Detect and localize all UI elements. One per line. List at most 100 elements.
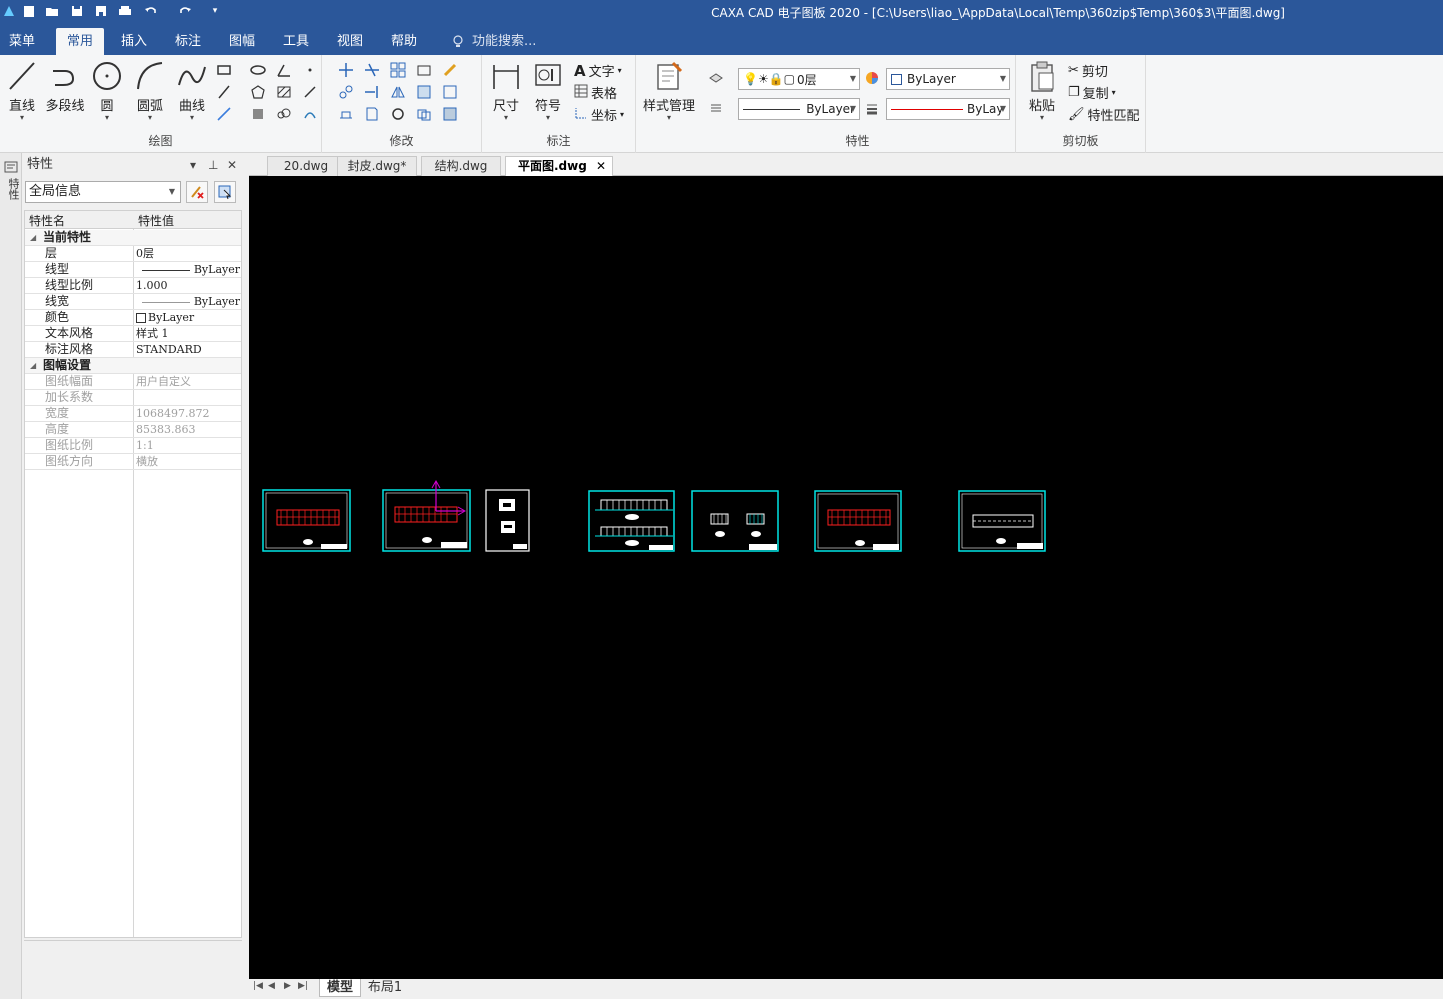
chamfer-icon[interactable] [440, 83, 460, 101]
sheet-frame[interactable] [814, 490, 902, 552]
doc-tab-20[interactable]: 20.dwg [267, 156, 345, 176]
property-row[interactable]: 线型比例 1.000 [25, 278, 241, 294]
collapse-triangle-icon[interactable]: ◢ [30, 230, 36, 245]
property-row[interactable]: 线型 ByLayer [25, 262, 241, 278]
first-layout-icon[interactable]: |◀ [253, 981, 263, 991]
tab-sheet[interactable]: 图幅 [218, 28, 266, 55]
text-button[interactable]: A 文字 ▾ [574, 61, 622, 81]
match-properties-button[interactable]: 🖌 特性匹配 [1068, 105, 1140, 124]
mirror-icon[interactable] [388, 83, 408, 101]
sheet-frame[interactable] [382, 489, 471, 552]
angle-line-icon[interactable] [274, 61, 294, 79]
tab-annotate[interactable]: 标注 [164, 28, 212, 55]
app-logo-icon[interactable] [0, 2, 18, 20]
trim-icon[interactable] [362, 61, 382, 79]
arc-button[interactable]: 圆弧 ▾ [132, 59, 168, 122]
extend-icon[interactable] [362, 83, 382, 101]
scope-select[interactable]: 全局信息 ▼ [25, 181, 181, 203]
sheet-frame[interactable] [588, 490, 675, 552]
quick-select-button[interactable] [186, 181, 208, 203]
offset-icon[interactable] [336, 83, 356, 101]
pin-icon[interactable]: ⊥ [208, 153, 218, 177]
open-file-icon[interactable] [43, 2, 61, 20]
rotate-icon[interactable] [388, 105, 408, 123]
lineweight-icon[interactable] [862, 99, 882, 117]
array-icon[interactable] [388, 61, 408, 79]
property-value[interactable]: STANDARD [136, 342, 240, 357]
linetype-icon[interactable] [706, 99, 726, 117]
tab-view[interactable]: 视图 [326, 28, 374, 55]
sheet-frame[interactable] [262, 489, 351, 552]
print-icon[interactable] [116, 2, 134, 20]
move-icon[interactable] [336, 61, 356, 79]
line-dropdown-icon[interactable]: ▾ [4, 114, 40, 122]
tab-menu[interactable]: 菜单 [0, 28, 44, 55]
close-panel-icon[interactable]: ✕ [227, 153, 237, 177]
tab-common[interactable]: 常用 [56, 28, 104, 55]
line-button[interactable]: 直线 ▾ [4, 59, 40, 122]
property-row[interactable]: 层 0层 [25, 246, 241, 262]
stretch-icon[interactable] [414, 83, 434, 101]
style-manager-dropdown-icon[interactable]: ▾ [640, 114, 698, 122]
panel-menu-icon[interactable]: ▾ [190, 153, 196, 177]
redo-icon[interactable] [176, 2, 194, 20]
cut-button[interactable]: ✂ 剪切 [1068, 61, 1108, 80]
paste-button[interactable]: 粘贴 ▾ [1024, 59, 1060, 122]
color-wheel-icon[interactable] [862, 69, 882, 87]
paste-dropdown-icon[interactable]: ▾ [1024, 114, 1060, 122]
ucs-icon[interactable] [431, 479, 467, 516]
save-icon[interactable] [68, 2, 86, 20]
layer-manager-icon[interactable] [706, 69, 726, 87]
properties-strip-caption[interactable]: 特性 [3, 178, 20, 200]
fillet-icon[interactable] [440, 105, 460, 123]
hatch-icon[interactable] [274, 83, 294, 101]
arc-dropdown-icon[interactable]: ▾ [132, 114, 168, 122]
copy-object-icon[interactable] [414, 105, 434, 123]
dimension-button[interactable]: 尺寸 ▾ [488, 59, 524, 122]
layout-tab-layout1[interactable]: 布局1 [363, 979, 407, 997]
next-layout-icon[interactable]: ▶ [284, 981, 291, 991]
sheet-frame[interactable] [958, 490, 1046, 552]
construction-line-icon[interactable] [214, 105, 234, 123]
circle-dropdown-icon[interactable]: ▾ [90, 114, 124, 122]
doc-tab-structure[interactable]: 结构.dwg [421, 156, 501, 176]
collapse-triangle-icon[interactable]: ◢ [30, 358, 36, 373]
break-icon[interactable] [336, 105, 356, 123]
customize-quick-access-icon[interactable]: ▾ [206, 2, 224, 20]
prev-layout-icon[interactable]: ◀ [268, 981, 275, 991]
drawing-canvas[interactable] [249, 176, 1443, 979]
dimension-dropdown-icon[interactable]: ▾ [488, 114, 524, 122]
select-objects-button[interactable] [214, 181, 236, 203]
sheet-frame[interactable] [485, 489, 530, 552]
scale-icon[interactable] [414, 61, 434, 79]
rectangle-icon[interactable] [214, 61, 234, 79]
erase-icon[interactable] [440, 61, 460, 79]
feature-search[interactable]: 功能搜索... [452, 28, 536, 55]
category-current-properties[interactable]: ◢ 当前特性 [25, 230, 241, 246]
property-value[interactable]: 样式 1 [136, 326, 240, 341]
last-layout-icon[interactable]: ▶| [298, 981, 308, 991]
undo-icon[interactable] [142, 2, 160, 20]
tab-insert[interactable]: 插入 [110, 28, 158, 55]
style-manager-button[interactable]: 样式管理 ▾ [640, 59, 698, 122]
new-file-icon[interactable] [20, 2, 38, 20]
symbol-dropdown-icon[interactable]: ▾ [530, 114, 566, 122]
circle-button[interactable]: 圆 ▾ [90, 59, 124, 122]
property-value[interactable]: ByLayer [136, 262, 240, 277]
property-row[interactable]: 标注风格 STANDARD [25, 342, 241, 358]
coordinate-button[interactable]: 坐标 ▾ [574, 105, 624, 124]
centerline-icon[interactable] [300, 83, 320, 101]
point-icon[interactable] [300, 61, 320, 79]
polygon-icon[interactable] [248, 83, 268, 101]
ellipse-icon[interactable] [248, 61, 268, 79]
sheet-frame[interactable] [691, 490, 779, 552]
copy-button[interactable]: ❐ 复制 ▾ [1068, 83, 1116, 102]
color-select[interactable]: ByLayer ▼ [886, 68, 1010, 90]
doc-tab-cover[interactable]: 封皮.dwg* [337, 156, 417, 176]
table-button[interactable]: 表格 [574, 83, 617, 102]
doc-tab-plan[interactable]: 平面图.dwg ✕ [505, 156, 613, 176]
symbol-button[interactable]: 符号 ▾ [530, 59, 566, 122]
property-value[interactable]: 1.000 [136, 278, 240, 293]
spline-icon[interactable] [300, 105, 320, 123]
property-value[interactable]: ByLayer [136, 294, 240, 309]
